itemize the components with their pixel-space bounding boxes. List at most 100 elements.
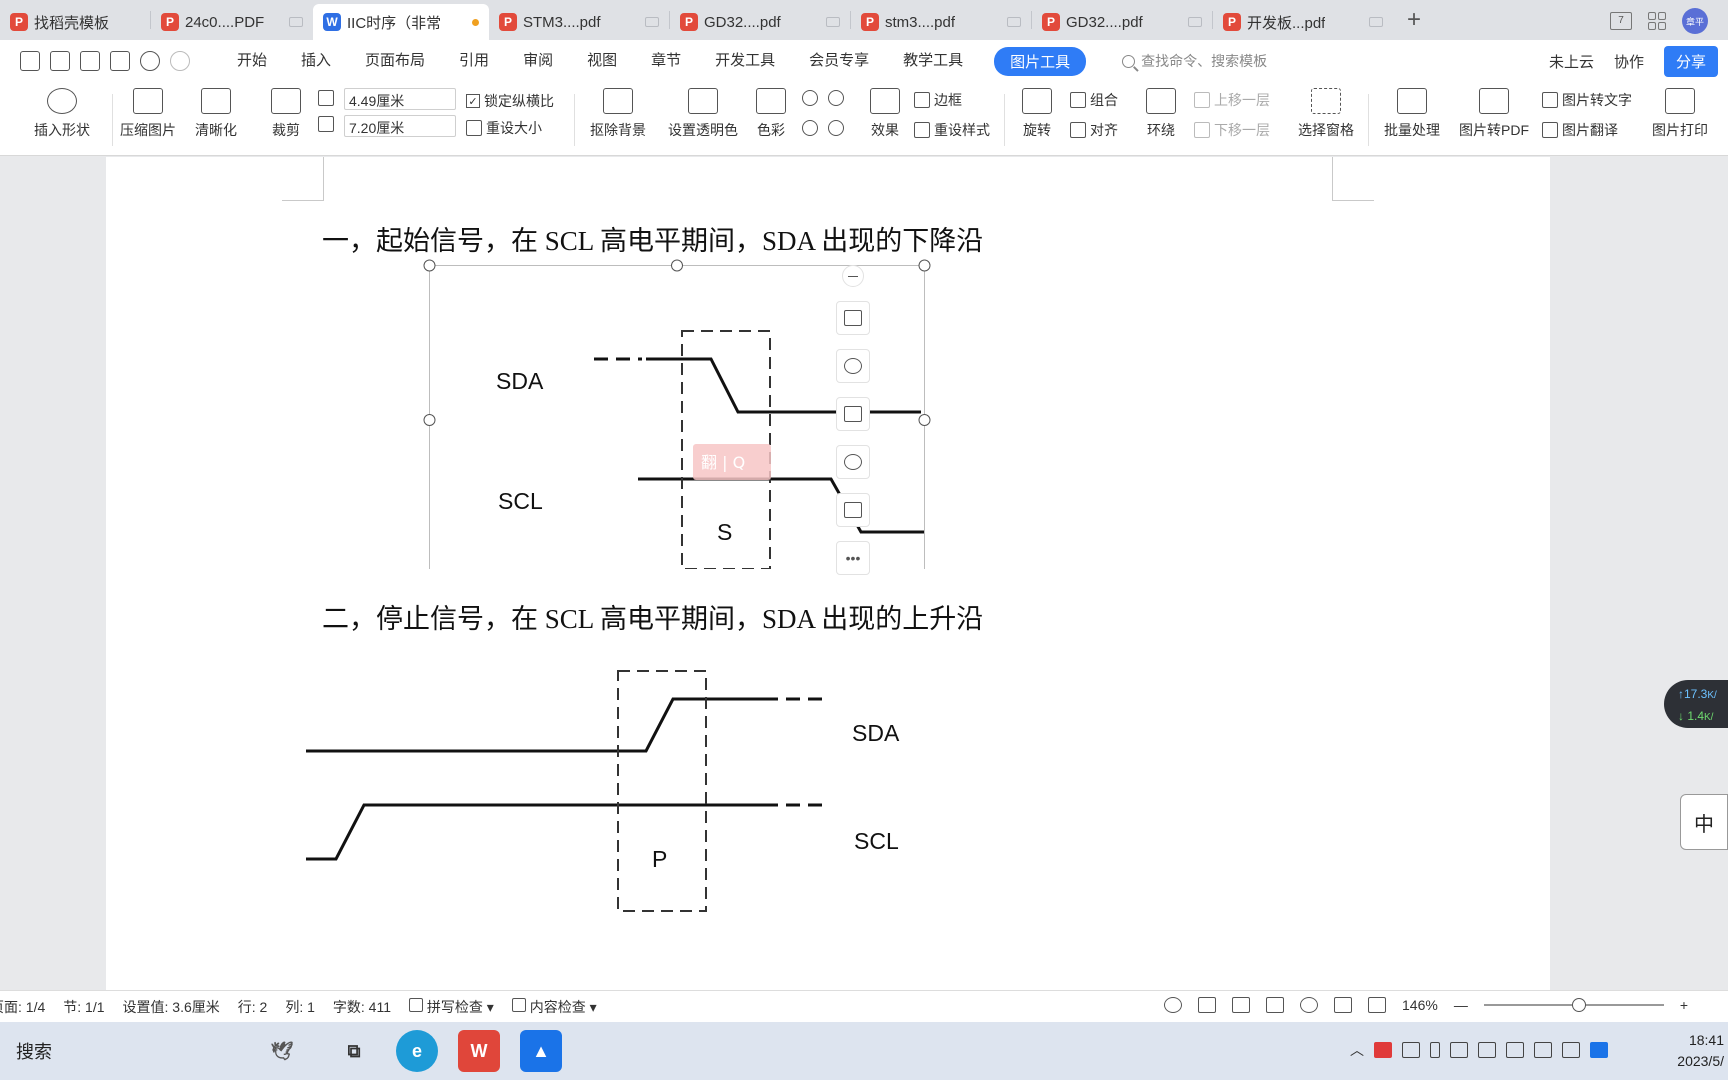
avatar[interactable]: 章平 [1682, 8, 1708, 34]
bring-forward-button[interactable]: 上移一层 [1194, 90, 1270, 110]
tab-0[interactable]: P 找稻壳模板 [0, 4, 150, 40]
export-icon[interactable] [50, 51, 70, 71]
security-icon[interactable] [1402, 1042, 1420, 1058]
page-view-icon[interactable] [1198, 997, 1216, 1013]
zoom-image-button[interactable] [836, 349, 870, 383]
batch-process-button[interactable]: 批量处理 [1376, 82, 1448, 140]
brightness-up-icon[interactable] [802, 120, 818, 136]
border-button[interactable]: 边框 [914, 90, 962, 110]
group-button[interactable]: 组合 [1070, 90, 1118, 110]
zoom-slider[interactable] [1483, 998, 1664, 1012]
command-search[interactable]: 查找命令、搜索模板 [1122, 51, 1267, 71]
width-field[interactable]: 7.20厘米 [344, 115, 456, 137]
eye-protection-icon[interactable] [1164, 997, 1182, 1013]
share-button[interactable]: 分享 [1663, 46, 1718, 77]
tab-5[interactable]: P stm3....pdf [851, 4, 1031, 40]
baidu-icon[interactable] [1590, 1042, 1608, 1058]
resize-handle[interactable] [671, 259, 683, 272]
crop-button[interactable]: 裁剪 [262, 82, 310, 140]
layout-options-button[interactable] [836, 301, 870, 335]
menu-item-references[interactable]: 引用 [442, 40, 506, 82]
spell-check-button[interactable]: 拼写检查 ▾ [409, 997, 494, 1017]
collapse-toolbar-button[interactable] [842, 265, 864, 287]
redo-icon[interactable] [170, 51, 190, 71]
lock-ratio-checkbox[interactable]: ✓ 锁定纵横比 [466, 91, 554, 111]
edge-browser-icon[interactable]: e [396, 1030, 438, 1072]
rotate-adjust-icons[interactable] [802, 90, 844, 106]
system-clock[interactable]: 18:41 2023/5/ [1677, 1030, 1724, 1072]
insert-shape-button[interactable]: 插入形状 [22, 82, 102, 140]
menu-item-section[interactable]: 章节 [634, 40, 698, 82]
fit-page-icon[interactable] [1368, 997, 1386, 1013]
print-icon[interactable] [80, 51, 100, 71]
outline-view-icon[interactable] [1232, 997, 1250, 1013]
wrap-text-button[interactable]: 环绕 [1138, 82, 1184, 140]
network-icon[interactable] [1506, 1042, 1524, 1058]
web-view-icon[interactable] [1300, 997, 1318, 1013]
network-speed-widget[interactable]: ↑17.3K/ ↓ 1.4K/ [1664, 680, 1728, 728]
rotate-left-icon[interactable] [802, 90, 818, 106]
menu-item-developer[interactable]: 开发工具 [698, 40, 792, 82]
picture-print-button[interactable]: 图片打印 [1648, 82, 1712, 140]
effects-button[interactable]: 效果 [862, 82, 908, 140]
compress-picture-button[interactable]: 压缩图片 [116, 82, 180, 140]
resize-handle[interactable] [918, 414, 931, 426]
battery-icon[interactable] [1478, 1042, 1496, 1058]
reset-size-button[interactable]: 重设大小 [466, 118, 542, 138]
zoom-level[interactable]: 146% [1402, 997, 1438, 1013]
tab-3[interactable]: P STM3....pdf [489, 4, 669, 40]
remove-background-button[interactable]: 抠除背景 [582, 82, 654, 140]
picture-to-text-button[interactable]: 图片转文字 [1542, 90, 1632, 110]
zoom-out-icon[interactable]: — [1454, 997, 1468, 1013]
save-icon[interactable] [20, 51, 40, 71]
page-indicator[interactable]: 页面: 1/4 [0, 997, 45, 1017]
brightness-icons[interactable] [802, 120, 844, 136]
menu-item-insert[interactable]: 插入 [284, 40, 348, 82]
menu-item-review[interactable]: 审阅 [506, 40, 570, 82]
picture-translate-button[interactable]: 图片翻译 [1542, 120, 1618, 140]
tab-active-document[interactable]: W IIC时序（非常 [313, 4, 489, 40]
crop-image-button[interactable] [836, 397, 870, 431]
selection-pane-button[interactable]: 选择窗格 [1294, 82, 1358, 140]
start-condition-diagram[interactable]: SDA SCL S 翻 | Q [286, 249, 1006, 569]
new-tab-button[interactable]: + [1407, 6, 1421, 34]
zoom-in-icon[interactable]: + [1680, 997, 1688, 1013]
resize-handle[interactable] [423, 259, 436, 272]
preview-icon[interactable] [110, 51, 130, 71]
tab-1[interactable]: P 24c0....PDF [151, 4, 313, 40]
word-count[interactable]: 字数: 411 [333, 997, 391, 1017]
rotate-right-icon[interactable] [828, 90, 844, 106]
set-transparent-button[interactable]: 设置透明色 [664, 82, 742, 140]
menu-item-teaching[interactable]: 教学工具 [886, 40, 980, 82]
menu-item-layout[interactable]: 页面布局 [348, 40, 442, 82]
tray-expand-icon[interactable]: ︿ [1350, 1040, 1364, 1060]
align-button[interactable]: 对齐 [1070, 120, 1118, 140]
taskbar-search[interactable]: 搜索 [16, 1038, 52, 1064]
image-to-word-button[interactable] [836, 493, 870, 527]
ime-floating-button[interactable]: 中 [1680, 794, 1728, 850]
ime-icon[interactable] [1562, 1042, 1580, 1058]
screenshot-icon[interactable] [1450, 1042, 1468, 1058]
sharpen-button[interactable]: 清晰化 [186, 82, 246, 140]
stop-condition-diagram[interactable]: SDA SCL P [306, 667, 926, 987]
resize-handle[interactable] [918, 259, 931, 272]
tab-4[interactable]: P GD32....pdf [670, 4, 850, 40]
color-button[interactable]: 色彩 [750, 82, 792, 140]
tab-picture-tools[interactable]: 图片工具 [994, 46, 1087, 76]
image-ideas-button[interactable] [836, 445, 870, 479]
content-check-button[interactable]: 内容检查 ▾ [511, 997, 597, 1017]
wps-office-icon[interactable]: W [458, 1030, 500, 1072]
app-grid-icon[interactable] [1648, 12, 1666, 30]
task-view-icon[interactable]: ⧉ [333, 1030, 375, 1072]
resize-handle[interactable] [423, 414, 436, 426]
photos-app-icon[interactable]: ▲ [520, 1030, 562, 1072]
menu-item-member[interactable]: 会员专享 [792, 40, 886, 82]
menu-item-home[interactable]: 开始 [220, 40, 284, 82]
brightness-down-icon[interactable] [828, 120, 844, 136]
cloud-status-button[interactable]: 未上云 [1549, 51, 1594, 72]
tab-7[interactable]: P 开发板...pdf [1213, 4, 1393, 40]
send-backward-button[interactable]: 下移一层 [1194, 120, 1270, 140]
pen-mode-icon[interactable] [1334, 997, 1352, 1013]
more-options-button[interactable]: ••• [836, 541, 870, 575]
reading-view-icon[interactable] [1266, 997, 1284, 1013]
